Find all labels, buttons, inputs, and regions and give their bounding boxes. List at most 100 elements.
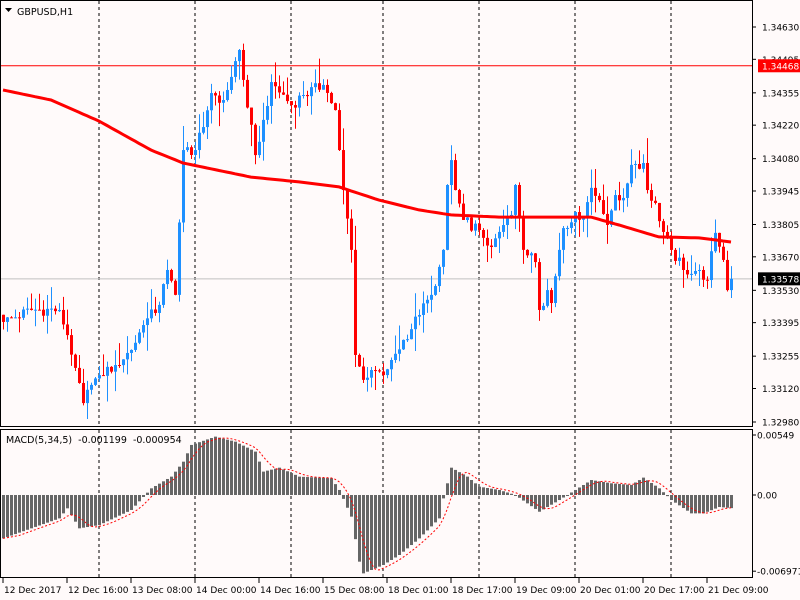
macd-histogram-bar <box>510 493 513 495</box>
candle-body <box>66 324 69 336</box>
candle-body <box>146 318 149 326</box>
candle-body <box>354 249 357 355</box>
candle-body <box>350 218 353 250</box>
macd-histogram-bar <box>554 495 557 503</box>
candle-body <box>110 366 113 372</box>
macd-histogram-bar <box>186 453 189 495</box>
candle-body <box>242 49 245 80</box>
macd-histogram-bar <box>150 488 153 495</box>
candle-body <box>226 89 229 101</box>
macd-histogram-bar <box>294 474 297 495</box>
macd-histogram-bar <box>78 495 81 529</box>
candle-body <box>566 227 569 229</box>
price-tick-label: 1.32980 <box>762 419 799 429</box>
macd-histogram-bar <box>346 495 349 508</box>
candle-body <box>398 349 401 354</box>
macd-histogram-bar <box>590 480 593 495</box>
macd-histogram-bar <box>206 439 209 495</box>
candle-body <box>54 308 57 312</box>
candle-body <box>82 382 85 404</box>
candle-body <box>730 278 733 291</box>
macd-histogram-bar <box>670 495 673 501</box>
time-tick-label: 14 Dec 00:00 <box>196 586 257 596</box>
macd-histogram-bar <box>242 445 245 495</box>
macd-histogram-bar <box>18 495 21 533</box>
candle-body <box>22 309 25 318</box>
candle-body <box>58 309 61 312</box>
candle <box>358 353 361 368</box>
macd-histogram-bar <box>374 495 377 569</box>
candle <box>170 268 173 283</box>
candle-body <box>194 150 197 155</box>
candle-body <box>290 101 293 106</box>
macd-histogram-bar <box>526 495 529 504</box>
price-tick-label: 1.33255 <box>762 353 799 363</box>
candle-body <box>298 95 301 108</box>
candle-body <box>78 367 81 383</box>
macd-histogram-bar <box>266 470 269 495</box>
macd-histogram-bar <box>130 495 133 510</box>
candle-body <box>174 280 177 295</box>
macd-histogram-bar <box>474 483 477 495</box>
macd-histogram-bar <box>502 491 505 495</box>
candle-body <box>686 269 689 275</box>
macd-legend-signal: -0.000954 <box>133 435 182 446</box>
macd-histogram-bar <box>230 440 233 495</box>
macd-histogram-bar <box>250 449 253 495</box>
candle-body <box>498 231 501 239</box>
macd-histogram-bar <box>490 488 493 495</box>
candle-body <box>570 222 573 228</box>
candle-body <box>122 359 125 366</box>
candle-body <box>154 309 157 313</box>
candle-body <box>502 225 505 232</box>
price-tick-label: 1.33670 <box>762 253 799 263</box>
macd-histogram-bar <box>218 437 221 495</box>
macd-histogram-bar <box>430 495 433 527</box>
macd-histogram-bar <box>570 492 573 495</box>
candle-body <box>650 190 653 201</box>
candle <box>246 74 249 109</box>
candle-body <box>258 141 261 156</box>
candle-body <box>662 221 665 232</box>
candle <box>334 102 337 111</box>
candle-body <box>282 92 285 95</box>
candle-body <box>406 339 409 341</box>
macd-histogram-bar <box>46 495 49 523</box>
macd-histogram-bar <box>478 486 481 495</box>
macd-histogram-bar <box>610 483 613 495</box>
price-tick-label: 1.33395 <box>762 319 799 329</box>
macd-histogram-bar <box>74 495 77 522</box>
candle-body <box>414 316 417 330</box>
macd-histogram-bar <box>178 466 181 495</box>
macd-histogram-bar <box>326 478 329 495</box>
candle-body <box>558 249 561 277</box>
candle <box>338 103 341 151</box>
candle-body <box>266 105 269 120</box>
candle <box>178 219 181 302</box>
macd-histogram-bar <box>234 441 237 495</box>
time-tick-label: 19 Dec 09:00 <box>516 586 577 596</box>
candle-body <box>358 354 361 367</box>
time-tick-label: 14 Dec 16:00 <box>260 586 321 596</box>
macd-histogram-bar <box>302 476 305 495</box>
macd-histogram-bar <box>338 489 341 495</box>
macd-histogram-bar <box>626 484 629 495</box>
macd-histogram-bar <box>34 495 37 527</box>
price-tick-label: 1.34630 <box>762 24 799 34</box>
candle-body <box>30 308 33 310</box>
macd-histogram-bar <box>238 443 241 495</box>
candle-body <box>430 294 433 300</box>
macd-histogram-bar <box>54 495 57 520</box>
macd-histogram-bar <box>334 484 337 495</box>
candle-body <box>518 185 521 218</box>
macd-histogram-bar <box>506 492 509 495</box>
candle-body <box>278 86 281 93</box>
candle-body <box>654 200 657 203</box>
macd-histogram-bar <box>498 489 501 495</box>
macd-histogram-bar <box>162 481 165 495</box>
macd-histogram-bar <box>466 476 469 495</box>
macd-histogram-bar <box>722 495 725 508</box>
candle-body <box>126 352 129 360</box>
macd-histogram-bar <box>470 479 473 495</box>
candle-body <box>490 245 493 248</box>
